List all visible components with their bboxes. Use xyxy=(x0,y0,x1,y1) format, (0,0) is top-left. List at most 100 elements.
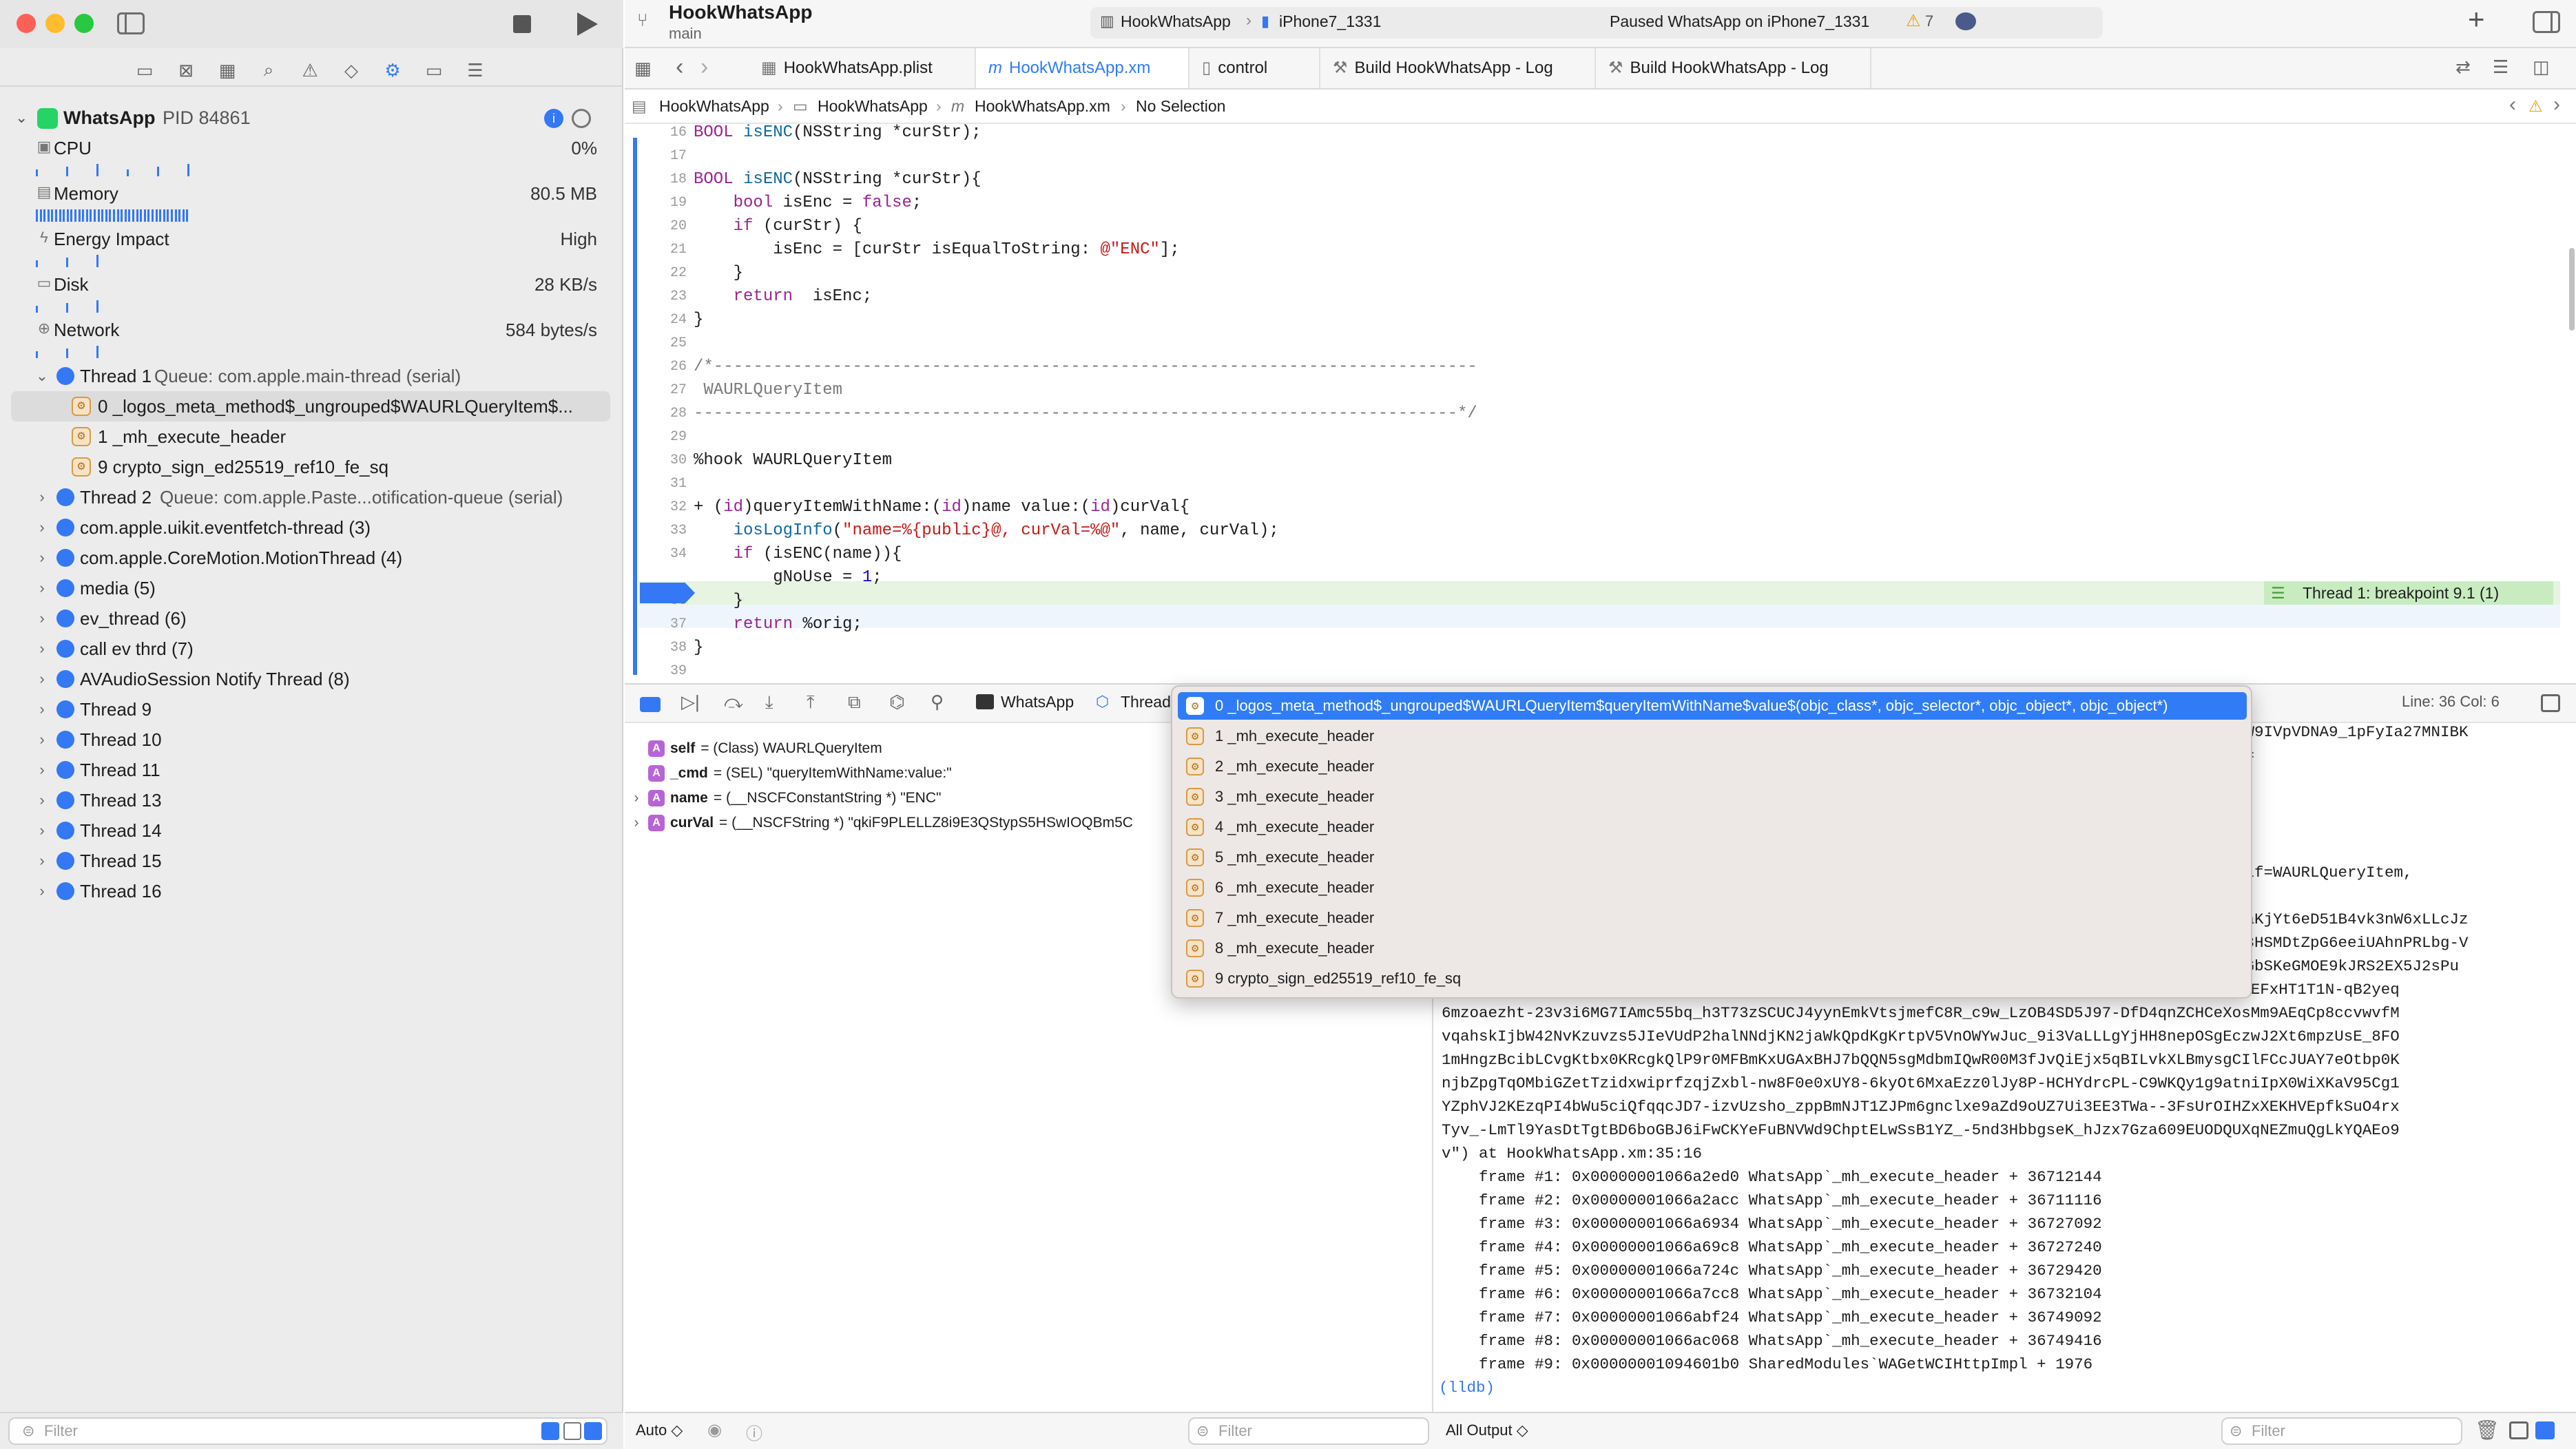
thread-row[interactable]: › Thread 9 xyxy=(0,694,623,724)
code-line[interactable]: 21 isEnc = [curStr isEqualToString: @"EN… xyxy=(625,238,2553,262)
source-editor[interactable]: 16 BOOL isENC(NSString *curStr); 17 18 BOOL … xyxy=(625,124,2576,682)
report-icon[interactable]: ☰ xyxy=(464,59,486,81)
thread-row[interactable]: › Thread 16 xyxy=(0,876,623,906)
variables-scope-select[interactable]: Auto ◇ xyxy=(636,1421,683,1439)
frame-menu-item[interactable]: ⚙ 6 _mh_execute_header xyxy=(1178,874,2247,901)
breakpoint-navigator-icon[interactable]: ▭ xyxy=(423,59,445,81)
console-filter-field[interactable]: ⊜ Filter xyxy=(2221,1417,2462,1445)
code-line[interactable]: 30 %hook WAURLQueryItem xyxy=(625,449,2553,472)
filter-person-icon[interactable] xyxy=(584,1422,602,1440)
chevron-right-icon[interactable]: › xyxy=(625,786,648,810)
source-control-icon[interactable]: ⊠ xyxy=(175,59,197,81)
code-line[interactable]: 38} xyxy=(625,636,2553,660)
variable-row[interactable]: A _cmd = (SEL) "queryItemWithName:value:" xyxy=(625,762,952,785)
frame-menu-item[interactable]: ⚙ 7 _mh_execute_header xyxy=(1178,904,2247,932)
test-icon[interactable]: ◇ xyxy=(340,59,362,81)
chevron-down-icon[interactable]: ⌄ xyxy=(33,361,51,391)
thread-row[interactable]: › Thread 14 xyxy=(0,815,623,846)
filter-grid-icon[interactable] xyxy=(563,1422,581,1440)
symbol-icon[interactable]: ▦ xyxy=(216,59,238,81)
gauge-network[interactable]: ⊕ Network 584 bytes/s xyxy=(0,317,623,362)
eye-icon[interactable]: ◉ xyxy=(707,1420,722,1440)
thread-row[interactable]: › ev_thread (6) xyxy=(0,603,623,634)
thread-row[interactable]: › Thread 2 Queue: com.apple.Paste...otific… xyxy=(0,482,623,512)
tab-build-log-1[interactable]: ⚒ Build HookWhatsApp - Log xyxy=(1320,48,1596,88)
console-toggle-icon[interactable] xyxy=(2535,1421,2555,1439)
previous-issue-icon[interactable]: ‹ xyxy=(2509,90,2516,120)
info-icon[interactable]: i xyxy=(544,109,563,128)
thread-row[interactable]: › Thread 11 xyxy=(0,755,623,785)
warning-icon[interactable]: ⚠ xyxy=(2528,90,2543,123)
thread-row[interactable]: › AVAudioSession Notify Thread (8) xyxy=(0,664,623,694)
forward-icon[interactable]: › xyxy=(700,54,708,81)
minimize-window-button[interactable] xyxy=(45,14,65,33)
split-editor-icon[interactable]: ◫ xyxy=(2533,56,2550,78)
stack-frame-row[interactable]: ⚙ 9 crypto_sign_ed25519_ref10_fe_sq xyxy=(0,452,623,482)
chevron-right-icon[interactable]: › xyxy=(33,755,51,785)
stack-frame-row[interactable]: ⚙ 0 _logos_meta_method$_ungrouped$WAURLQu… xyxy=(11,391,610,421)
frame-menu-item[interactable]: ⚙ 1 _mh_execute_header xyxy=(1178,722,2247,750)
breadcrumb-project[interactable]: HookWhatsApp xyxy=(659,90,769,123)
chevron-right-icon[interactable]: › xyxy=(33,724,51,755)
console-output-select[interactable]: All Output ◇ xyxy=(1446,1421,1528,1439)
thread-row[interactable]: › com.apple.uikit.eventfetch-thread (3) xyxy=(0,512,623,543)
tab-build-log-2[interactable]: ⚒ Build HookWhatsApp - Log xyxy=(1596,48,1871,88)
split-console-icon[interactable] xyxy=(2509,1421,2528,1439)
tab-plist[interactable]: ▦ HookWhatsApp.plist xyxy=(749,48,976,88)
variable-row[interactable]: › AcurVal = (__NSCFString *) "qkiF9PLELLZ8… xyxy=(625,811,1133,835)
chevron-right-icon[interactable]: › xyxy=(33,603,51,634)
run-icon[interactable] xyxy=(577,12,598,36)
thread-row[interactable]: › media (5) xyxy=(0,573,623,603)
code-line[interactable]: 27 WAURLQueryItem xyxy=(625,379,2553,402)
chevron-right-icon[interactable]: › xyxy=(625,811,648,835)
frame-menu-item[interactable]: ⚙ 2 _mh_execute_header xyxy=(1178,753,2247,780)
inspector-toggle-icon[interactable] xyxy=(2533,11,2560,33)
debug-thread[interactable]: Thread xyxy=(1121,693,1171,711)
code-line[interactable]: 32 + (id)queryItemWithName:(id)name value… xyxy=(625,496,2553,519)
device-name[interactable]: iPhone7_1331 xyxy=(1279,12,1381,31)
step-out-icon[interactable]: ⤒ xyxy=(807,691,815,713)
code-line[interactable]: 34 if (isENC(name)){ xyxy=(625,543,2553,566)
stack-frame-row[interactable]: ⚙ 1 _mh_execute_header xyxy=(0,421,623,452)
cloud-icon[interactable] xyxy=(1955,12,1976,30)
left-filter-field[interactable]: ⊜ Filter xyxy=(8,1417,607,1445)
chevron-right-icon[interactable]: › xyxy=(33,664,51,694)
code-line[interactable]: 37 return %orig; xyxy=(625,613,2553,636)
add-icon[interactable]: + xyxy=(2468,3,2485,36)
editor-scrollbar[interactable] xyxy=(2569,248,2575,331)
editor-options-icon[interactable]: ☰ xyxy=(2493,56,2509,78)
code-line[interactable]: 24} xyxy=(625,309,2553,332)
code-line[interactable]: 20 if (curStr) { xyxy=(625,215,2553,238)
zoom-window-button[interactable] xyxy=(74,14,94,33)
frame-menu-item[interactable]: ⚙ 5 _mh_execute_header xyxy=(1178,844,2247,871)
view-hierarchy-icon[interactable]: ⧉ xyxy=(848,691,861,713)
close-window-button[interactable] xyxy=(17,14,36,33)
chevron-right-icon[interactable]: › xyxy=(33,543,51,573)
variable-row[interactable]: › Aname = (__NSCFConstantString *) "ENC" xyxy=(625,786,941,810)
tab-control[interactable]: ▯ control xyxy=(1190,48,1320,88)
chevron-right-icon[interactable]: › xyxy=(33,694,51,724)
continue-icon[interactable]: ▷| xyxy=(681,691,700,713)
memory-graph-icon[interactable]: ⌬ xyxy=(889,691,905,713)
code-line[interactable]: 29 xyxy=(625,426,2553,449)
trash-icon[interactable]: 🗑 xyxy=(2475,1419,2500,1441)
code-line[interactable]: 33 iosLogInfo("name=%{public}@, curVal=%… xyxy=(625,519,2553,543)
thread-row[interactable]: › Thread 15 xyxy=(0,846,623,876)
grid-icon[interactable]: ▦ xyxy=(634,58,652,79)
breadcrumb-group[interactable]: HookWhatsApp xyxy=(818,90,928,123)
stop-icon[interactable] xyxy=(513,15,531,33)
chevron-right-icon[interactable]: › xyxy=(33,573,51,603)
code-line[interactable]: 28 --------------------------------------… xyxy=(625,402,2553,426)
sidebar-toggle-icon[interactable] xyxy=(117,12,145,34)
gauge-memory[interactable]: ▤ Memory 80.5 MB xyxy=(0,180,623,226)
chevron-right-icon[interactable]: › xyxy=(33,815,51,846)
chevron-down-icon[interactable]: ⌄ xyxy=(15,109,28,127)
frame-menu-item[interactable]: ⚙ 4 _mh_execute_header xyxy=(1178,813,2247,841)
chevron-right-icon[interactable]: › xyxy=(33,785,51,815)
step-into-icon[interactable]: ⤓ xyxy=(765,691,773,713)
next-issue-icon[interactable]: › xyxy=(2553,90,2560,120)
issue-icon[interactable]: ⚠ xyxy=(299,59,321,81)
thread-row[interactable]: › call ev thrd (7) xyxy=(0,634,623,664)
scheme-name[interactable]: HookWhatsApp xyxy=(1121,12,1231,31)
chevron-right-icon[interactable]: › xyxy=(33,876,51,906)
